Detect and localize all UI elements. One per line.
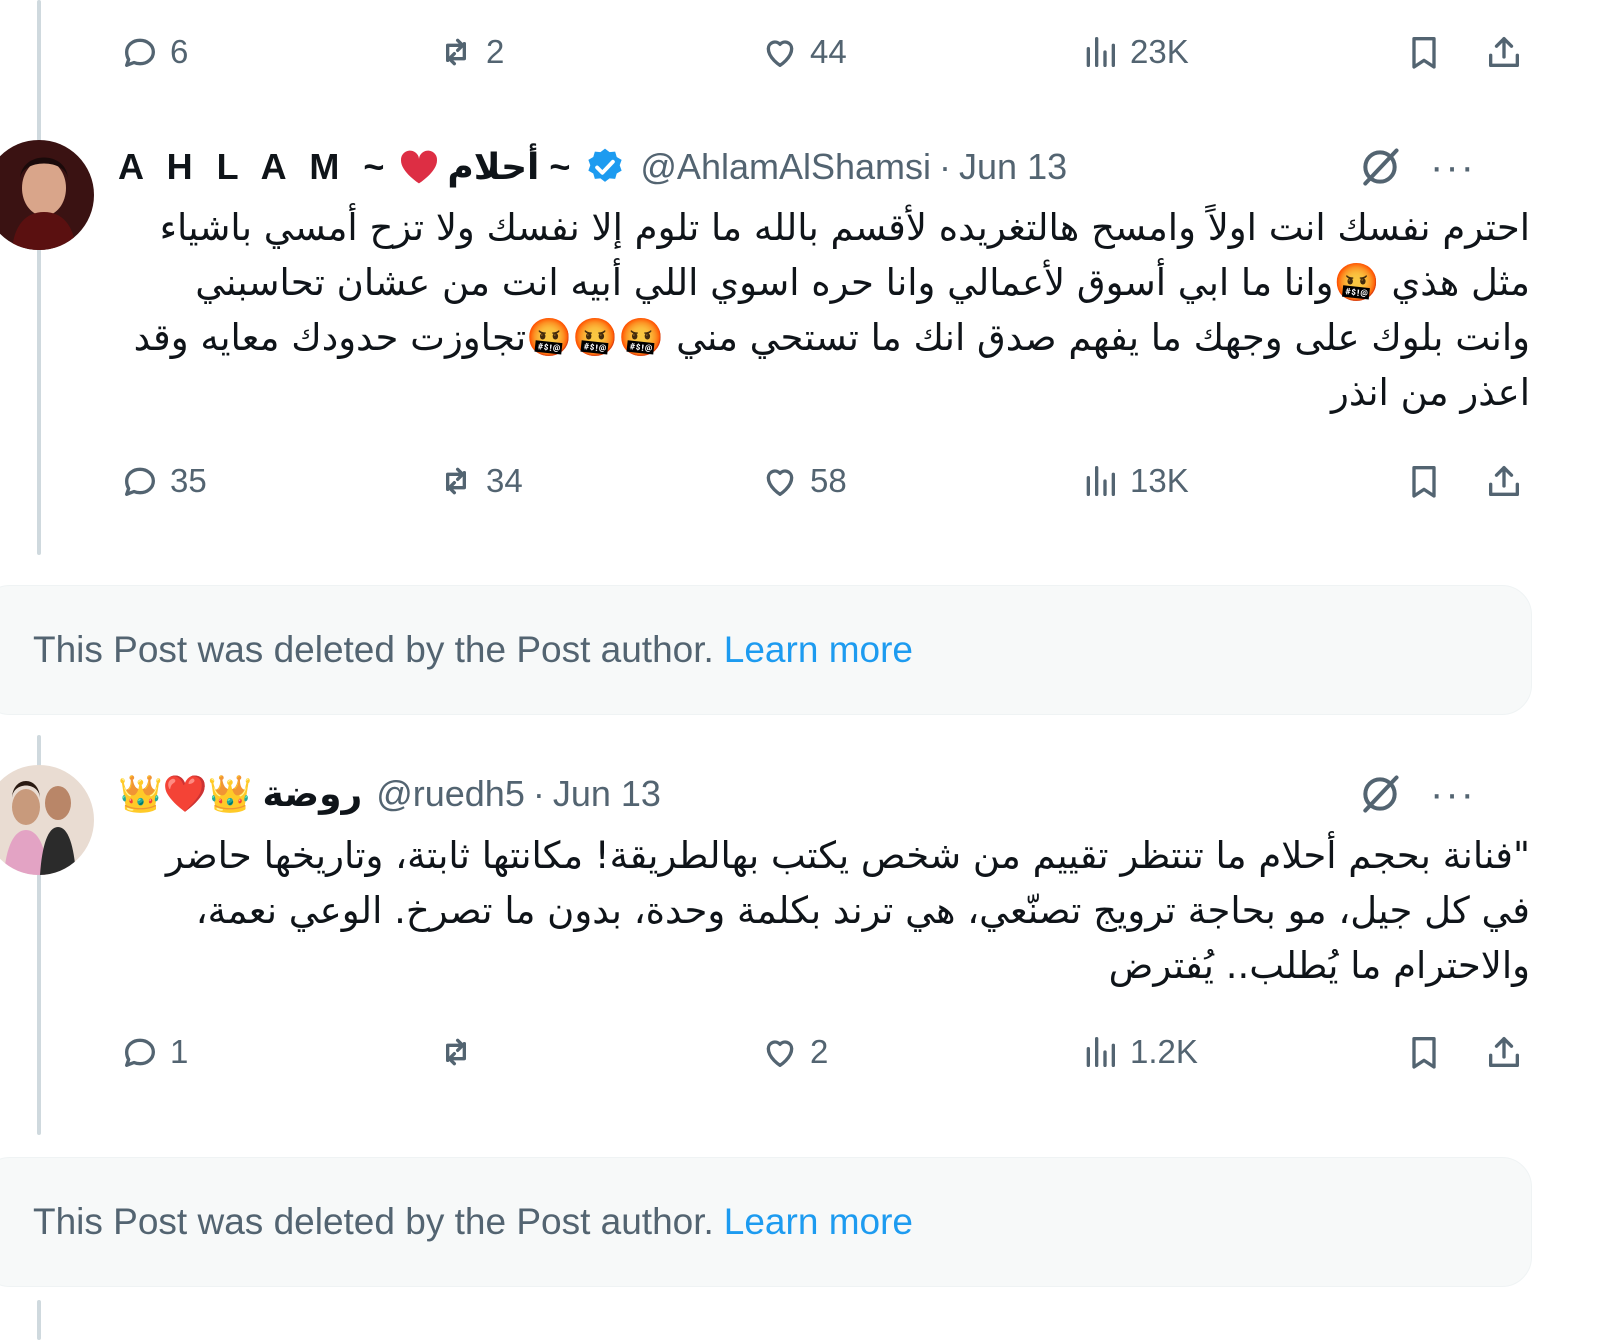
repost-button[interactable] (436, 1022, 486, 1082)
share-button[interactable] (1484, 451, 1524, 511)
grok-icon[interactable] (1358, 772, 1402, 816)
views-icon (1086, 1037, 1115, 1067)
more-icon[interactable]: ··· (1430, 147, 1476, 187)
views-count: 1.2K (1130, 1033, 1198, 1070)
bookmark-icon (1412, 37, 1436, 69)
post-text: "فنانة بحجم أحلام ما تنتظر تقييم من شخص … (165, 834, 1530, 987)
deleted-post-notice: This Post was deleted by the Post author… (0, 1157, 1532, 1287)
share-icon (1489, 1037, 1519, 1067)
share-icon (1489, 37, 1519, 68)
repost-icon (446, 1038, 466, 1066)
display-name[interactable]: روضة 👑❤️👑 (118, 773, 362, 815)
thread-line (37, 1300, 41, 1340)
deleted-notice-text: This Post was deleted by the Post author… (33, 1201, 714, 1242)
views-button[interactable]: 13K (1080, 451, 1189, 511)
repost-count: 34 (486, 462, 523, 499)
like-icon (766, 469, 794, 496)
views-icon (1086, 37, 1115, 68)
reply-count: 1 (170, 1033, 189, 1070)
reply-count: 35 (170, 462, 207, 499)
post-actions: 6 2 44 23K (0, 22, 1600, 82)
separator: · (939, 146, 952, 187)
like-count: 58 (810, 462, 847, 499)
bookmark-icon (1412, 466, 1436, 498)
bookmark-button[interactable] (1404, 22, 1444, 82)
post-text: احترم نفسك انت اولاً وامسح هالتغريده لأق… (133, 206, 1530, 414)
bookmark-icon (1412, 1037, 1436, 1069)
like-icon (766, 40, 794, 68)
like-button[interactable]: 2 (760, 1022, 828, 1082)
post-header: A H L A M ~ ~ أحلام @AhlamAlShamsi · Jun… (118, 137, 1540, 197)
share-icon (1489, 466, 1519, 496)
share-button[interactable] (1484, 1022, 1524, 1082)
reply-button[interactable]: 35 (120, 451, 207, 511)
post-actions: 1 2 1.2K (0, 1022, 1600, 1082)
views-button[interactable]: 1.2K (1080, 1022, 1198, 1082)
bookmark-button[interactable] (1404, 451, 1444, 511)
post-header: روضة 👑❤️👑 @ruedh5 · Jun 13 ··· (118, 764, 1540, 824)
like-button[interactable]: 58 (760, 451, 847, 511)
display-name[interactable]: A H L A M ~ ~ أحلام (118, 146, 626, 188)
latin-name: A H L A M ~ (118, 146, 392, 187)
reply-icon (125, 38, 155, 68)
deleted-notice-text: This Post was deleted by the Post author… (33, 629, 714, 670)
bookmark-button[interactable] (1404, 1022, 1444, 1082)
like-count: 2 (810, 1033, 829, 1070)
repost-button[interactable]: 2 (436, 22, 504, 82)
avatar[interactable] (0, 765, 94, 875)
reply-button[interactable]: 6 (120, 22, 188, 82)
arabic-name: ~ أحلام (447, 146, 571, 187)
like-icon (766, 1040, 794, 1067)
post-actions: 35 34 58 13K (0, 451, 1600, 511)
reply-button[interactable]: 1 (120, 1022, 188, 1082)
verified-badge-icon (588, 148, 623, 182)
handle[interactable]: @ruedh5 (376, 773, 525, 815)
post-date[interactable]: Jun 13 (959, 146, 1067, 188)
learn-more-link[interactable]: Learn more (724, 1201, 913, 1243)
like-button[interactable]: 44 (760, 22, 847, 82)
header-actions: ··· (1358, 772, 1476, 816)
repost-count: 2 (486, 33, 505, 70)
reply-icon (125, 467, 155, 496)
post-date[interactable]: Jun 13 (553, 773, 661, 815)
share-button[interactable] (1484, 22, 1524, 82)
header-actions: ··· (1358, 145, 1476, 189)
reply-count: 6 (170, 33, 189, 70)
separator: · (532, 773, 545, 814)
handle[interactable]: @AhlamAlShamsi (640, 146, 931, 188)
learn-more-link[interactable]: Learn more (724, 629, 913, 671)
deleted-post-notice: This Post was deleted by the Post author… (0, 585, 1532, 715)
views-icon (1086, 466, 1115, 496)
repost-icon (446, 467, 466, 495)
reply-icon (125, 1038, 155, 1067)
views-count: 13K (1130, 462, 1189, 499)
avatar[interactable] (0, 140, 94, 250)
grok-icon[interactable] (1358, 145, 1402, 189)
views-button[interactable]: 23K (1080, 22, 1189, 82)
more-icon[interactable]: ··· (1430, 774, 1476, 814)
repost-icon (446, 38, 466, 66)
repost-button[interactable]: 34 (436, 451, 523, 511)
like-count: 44 (810, 33, 847, 70)
heart-emoji (401, 150, 438, 184)
views-count: 23K (1130, 33, 1189, 70)
